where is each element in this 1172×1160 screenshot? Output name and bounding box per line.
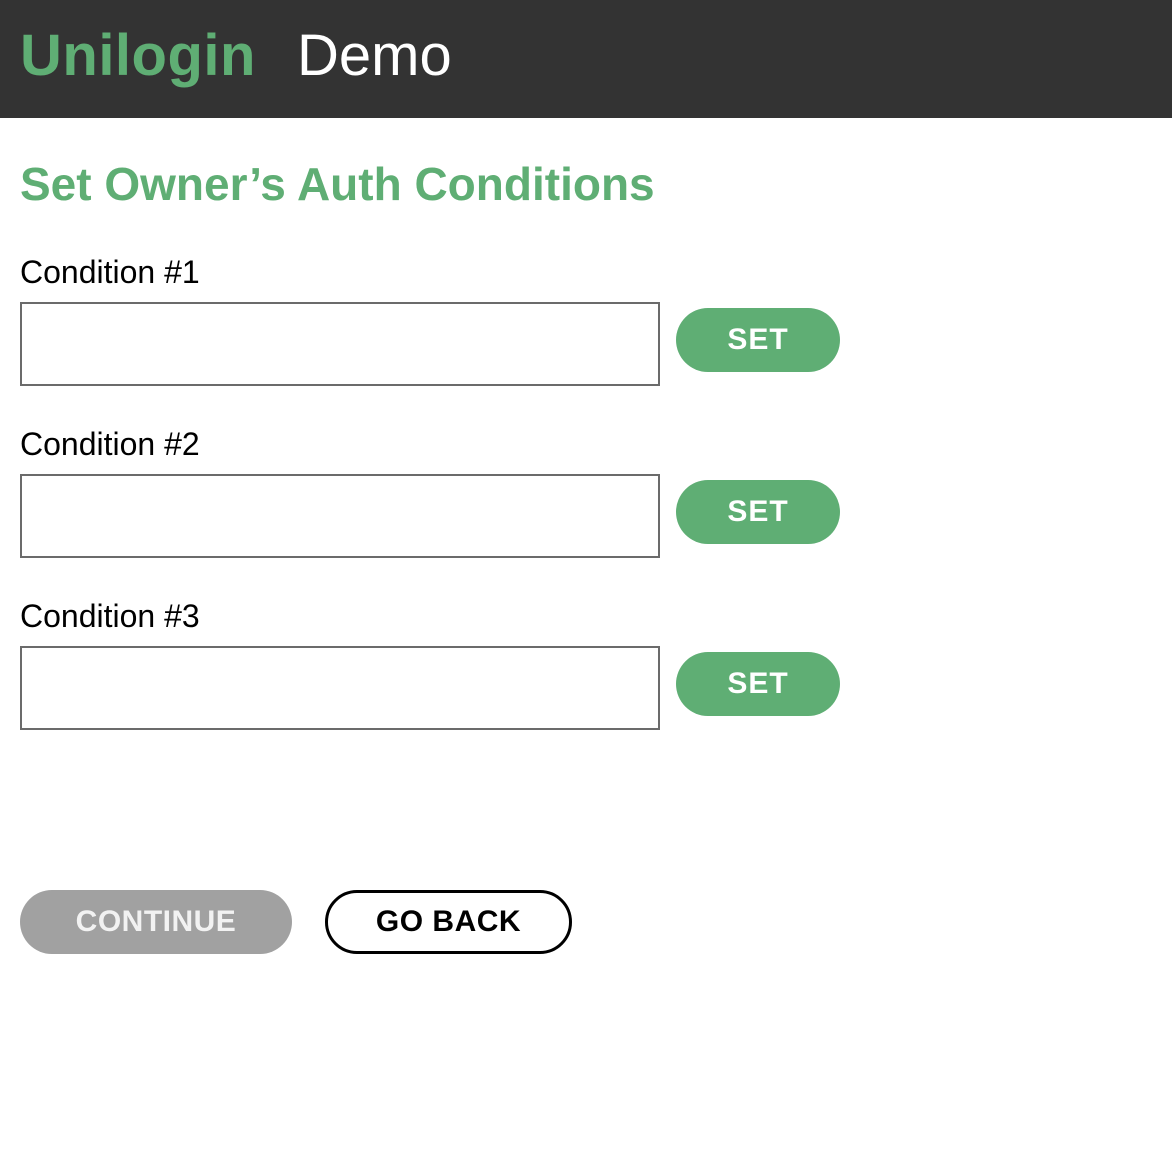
condition-3-set-button[interactable]: SET (676, 652, 840, 716)
continue-button[interactable]: CONTINUE (20, 890, 292, 954)
condition-1-input[interactable] (20, 302, 660, 386)
condition-2-set-button[interactable]: SET (676, 480, 840, 544)
condition-1-set-button[interactable]: SET (676, 308, 840, 372)
condition-3-label: Condition #3 (20, 598, 200, 634)
condition-1-label: Condition #1 (20, 254, 200, 290)
brand-logo-text[interactable]: Unilogin (20, 24, 256, 88)
page-title: Set Owner’s Auth Conditions (20, 158, 655, 210)
condition-3-input[interactable] (20, 646, 660, 730)
top-header: Unilogin Demo (0, 0, 1172, 118)
go-back-button[interactable]: GO BACK (325, 890, 572, 954)
condition-2-input[interactable] (20, 474, 660, 558)
condition-2-label: Condition #2 (20, 426, 200, 462)
brand-subtitle: Demo (297, 23, 452, 88)
